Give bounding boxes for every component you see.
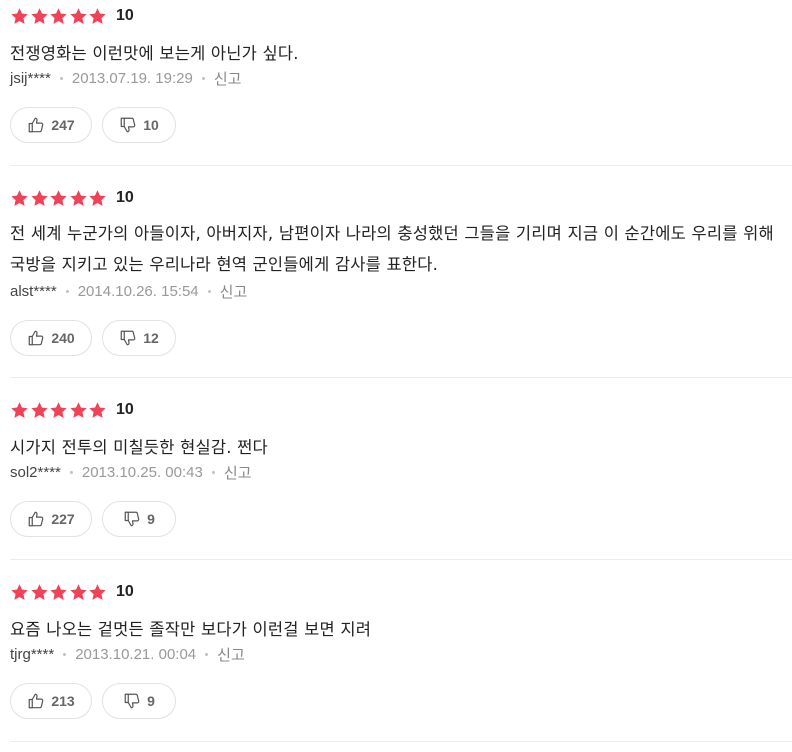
like-button[interactable]: 240 — [10, 320, 92, 356]
rating-row: 10 — [10, 582, 134, 602]
dislike-button[interactable]: 9 — [102, 501, 176, 537]
star-icon — [88, 189, 107, 208]
thumbs-down-icon — [119, 116, 137, 134]
dislike-count: 9 — [147, 511, 155, 527]
star-icon — [10, 189, 29, 208]
like-count: 227 — [51, 511, 75, 527]
thumbs-down-icon — [123, 692, 141, 710]
review-author[interactable]: sol2**** — [10, 464, 61, 481]
star-icon — [49, 401, 68, 420]
review-comment: 전 세계 누군가의 아들이자, 아버지자, 남편이자 나라의 충성했던 그들을 … — [10, 224, 774, 274]
like-button[interactable]: 213 — [10, 683, 92, 719]
report-link[interactable]: 신고 — [217, 644, 245, 665]
separator-dot — [59, 76, 63, 80]
dislike-button[interactable]: 9 — [102, 683, 176, 719]
thumbs-up-icon — [27, 692, 45, 710]
star-icon — [69, 583, 88, 602]
separator-dot — [201, 76, 205, 80]
rating-score: 10 — [115, 583, 134, 600]
star-icon — [69, 7, 88, 26]
separator-dot — [63, 652, 67, 656]
rating-row: 10 — [10, 6, 134, 26]
separator-dot — [65, 289, 69, 293]
review-author[interactable]: jsij**** — [10, 70, 51, 87]
vote-buttons: 227 9 — [10, 501, 176, 537]
review-meta: alst**** 2014.10.26. 15:54 신고 — [10, 280, 247, 302]
review-item: 10 시가지 전투의 미칠듯한 현실감. 쩐다 sol2**** 2013.10… — [10, 378, 792, 560]
vote-buttons: 247 10 — [10, 107, 176, 143]
star-icon — [30, 7, 49, 26]
thumbs-up-icon — [27, 329, 45, 347]
report-link[interactable]: 신고 — [214, 68, 242, 89]
dislike-button[interactable]: 10 — [102, 107, 176, 143]
review-date: 2013.07.19. 19:29 — [71, 69, 193, 87]
review-item: 10 요즘 나오는 겉멋든 졸작만 보다가 이런걸 보면 지려 tjrg****… — [10, 560, 792, 742]
review-comment: 전쟁영화는 이런맛에 보는게 아닌가 싶다. — [10, 44, 299, 63]
star-icon — [10, 401, 29, 420]
rating-score: 10 — [115, 401, 134, 418]
vote-buttons: 240 12 — [10, 320, 176, 356]
star-icon — [69, 401, 88, 420]
review-date: 2013.10.21. 00:04 — [75, 645, 197, 663]
rating-score: 10 — [115, 7, 134, 24]
thumbs-up-icon — [27, 510, 45, 528]
star-icon — [49, 189, 68, 208]
star-icon — [88, 401, 107, 420]
thumbs-down-icon — [123, 510, 141, 528]
review-meta: jsij**** 2013.07.19. 19:29 신고 — [10, 67, 241, 89]
dislike-button[interactable]: 12 — [102, 320, 176, 356]
star-icon — [49, 7, 68, 26]
vote-buttons: 213 9 — [10, 683, 176, 719]
review-date: 2014.10.26. 15:54 — [77, 282, 199, 300]
review-item: 10 전 세계 누군가의 아들이자, 아버지자, 남편이자 나라의 충성했던 그… — [10, 166, 792, 378]
dislike-count: 9 — [147, 693, 155, 709]
report-link[interactable]: 신고 — [224, 462, 252, 483]
review-comment: 요즘 나오는 겉멋든 졸작만 보다가 이런걸 보면 지려 — [10, 620, 372, 639]
star-icon — [30, 189, 49, 208]
separator-dot — [211, 470, 215, 474]
rating-row: 10 — [10, 400, 134, 420]
review-date: 2013.10.25. 00:43 — [81, 463, 203, 481]
review-author[interactable]: tjrg**** — [10, 646, 54, 663]
dislike-count: 10 — [143, 117, 159, 133]
star-rating — [10, 401, 108, 420]
dislike-count: 12 — [143, 330, 159, 346]
star-icon — [10, 583, 29, 602]
like-button[interactable]: 227 — [10, 501, 92, 537]
review-list: 10 전쟁영화는 이런맛에 보는게 아닌가 싶다. jsij**** 2013.… — [10, 0, 792, 742]
thumbs-down-icon — [119, 329, 137, 347]
review-meta: sol2**** 2013.10.25. 00:43 신고 — [10, 461, 251, 483]
review-comment: 시가지 전투의 미칠듯한 현실감. 쩐다 — [10, 438, 268, 457]
like-count: 240 — [51, 330, 75, 346]
star-icon — [30, 401, 49, 420]
star-icon — [30, 583, 49, 602]
star-icon — [49, 583, 68, 602]
star-icon — [10, 7, 29, 26]
star-icon — [69, 189, 88, 208]
star-rating — [10, 7, 108, 26]
thumbs-up-icon — [27, 116, 45, 134]
review-meta: tjrg**** 2013.10.21. 00:04 신고 — [10, 643, 245, 665]
like-count: 213 — [51, 693, 75, 709]
star-icon — [88, 7, 107, 26]
star-rating — [10, 583, 108, 602]
rating-row: 10 — [10, 188, 134, 208]
separator-dot — [69, 470, 73, 474]
report-link[interactable]: 신고 — [220, 281, 248, 302]
like-count: 247 — [51, 117, 75, 133]
like-button[interactable]: 247 — [10, 107, 92, 143]
review-item: 10 전쟁영화는 이런맛에 보는게 아닌가 싶다. jsij**** 2013.… — [10, 0, 792, 166]
star-icon — [88, 583, 107, 602]
star-rating — [10, 189, 108, 208]
review-author[interactable]: alst**** — [10, 283, 57, 300]
separator-dot — [205, 652, 209, 656]
rating-score: 10 — [115, 189, 134, 206]
separator-dot — [207, 289, 211, 293]
